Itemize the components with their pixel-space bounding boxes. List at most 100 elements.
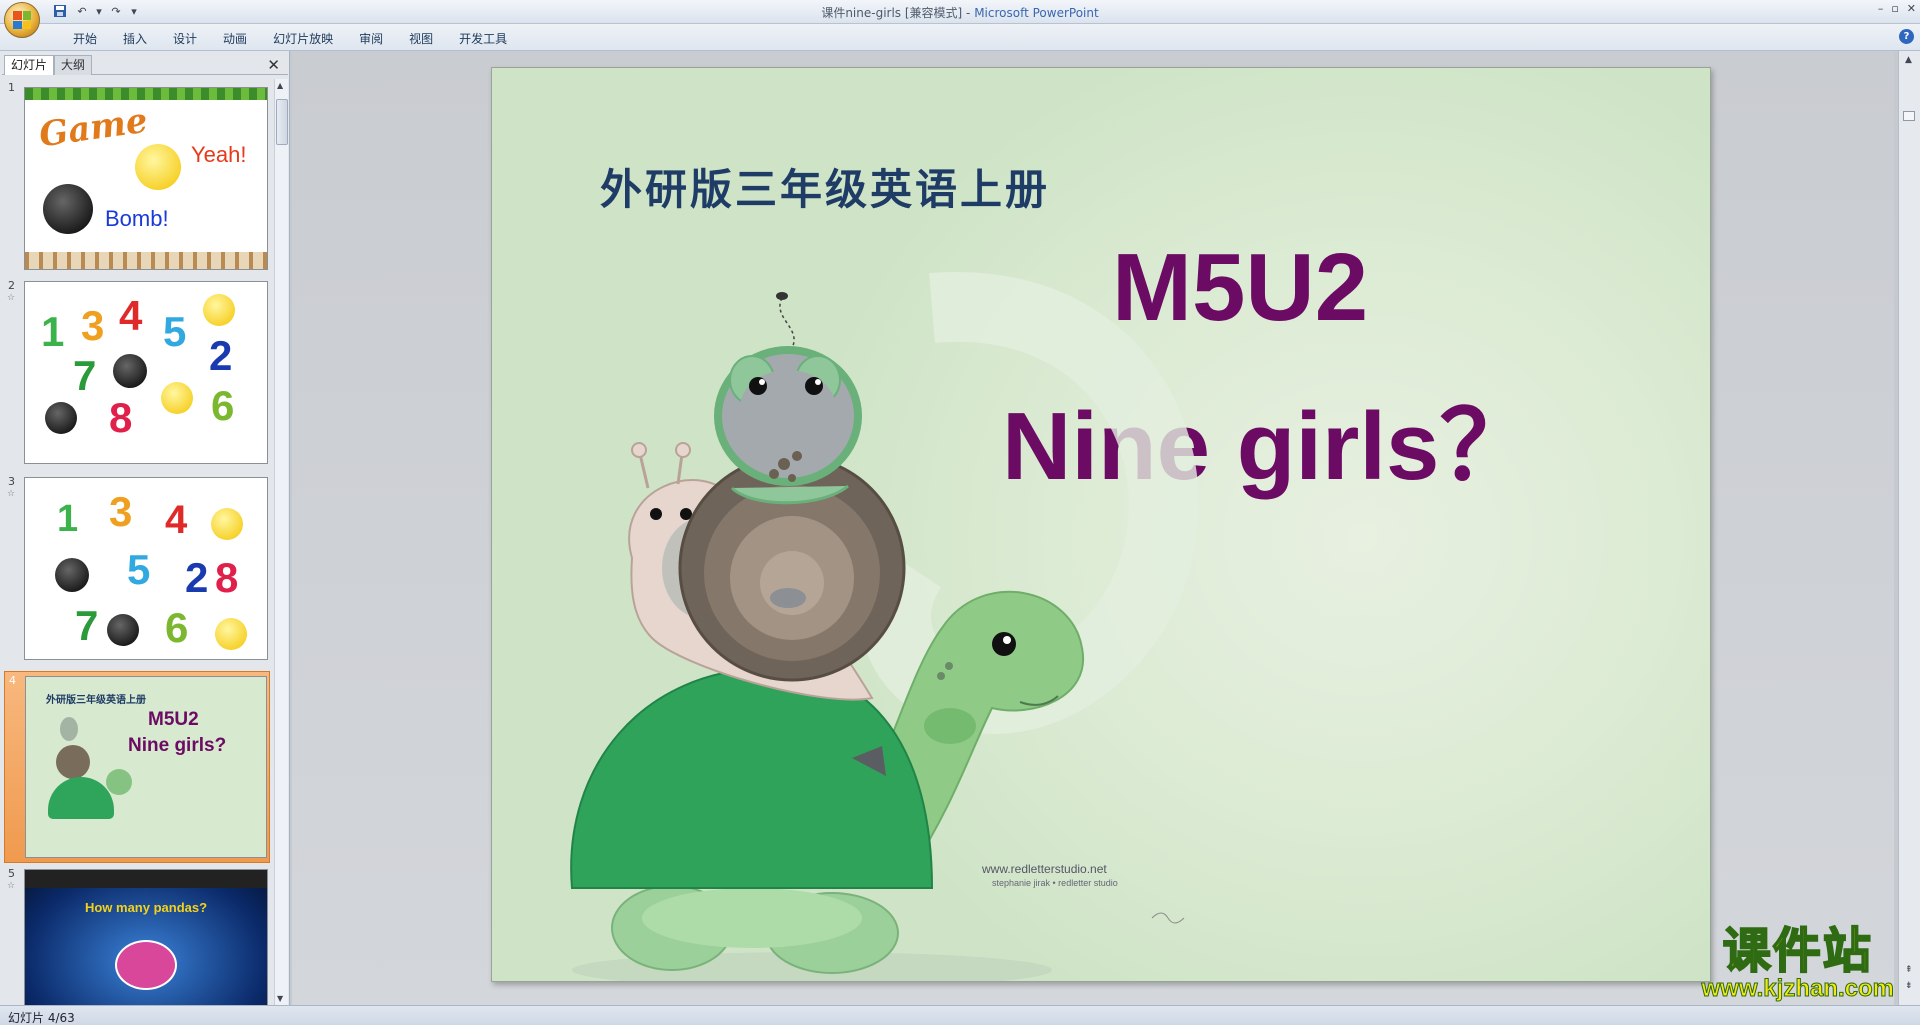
turtle-snail-frog-illustration[interactable] xyxy=(552,228,1252,982)
panda-icon xyxy=(115,940,177,990)
title-bar: ↶ ▾ ↷ ▾ 课件nine-girls [兼容模式] - Microsoft … xyxy=(0,0,1920,24)
animation-star-icon: ☆ xyxy=(7,489,16,499)
close-icon[interactable]: ✕ xyxy=(1907,2,1916,15)
leaf-border xyxy=(25,88,267,100)
tab-animations[interactable]: 动画 xyxy=(210,30,260,48)
fence xyxy=(25,252,267,269)
stage-top xyxy=(25,870,267,888)
scroll-thumb[interactable] xyxy=(276,99,288,145)
tab-view[interactable]: 视图 xyxy=(396,30,446,48)
thumbnail-slide-3[interactable]: 3 ☆ 1 3 4 5 2 8 7 6 xyxy=(0,473,272,669)
smiley-icon xyxy=(161,382,193,414)
digit: 3 xyxy=(81,302,105,349)
digit: 7 xyxy=(73,352,97,399)
slide-thumbnail[interactable]: 1 3 4 5 2 7 8 6 xyxy=(24,281,268,464)
help-icon[interactable]: ? xyxy=(1899,29,1914,44)
thumbnail-list: 1 Game Yeah! Bomb! 2 ☆ 1 3 4 5 2 7 8 6 3… xyxy=(0,79,272,1005)
tab-slides[interactable]: 幻灯片 xyxy=(4,55,55,75)
thumb-text-yeah: Yeah! xyxy=(191,142,247,167)
digit: 5 xyxy=(163,308,187,355)
document-title: 课件nine-girls [兼容模式] - xyxy=(821,6,975,20)
tab-slideshow[interactable]: 幻灯片放映 xyxy=(260,30,346,48)
thumbnail-slide-1[interactable]: 1 Game Yeah! Bomb! xyxy=(0,79,272,275)
status-bar: 幻灯片 4/63 xyxy=(0,1005,1920,1025)
digit: 1 xyxy=(41,308,65,355)
slide-thumbnail[interactable]: Game Yeah! Bomb! xyxy=(24,87,268,270)
thumbnail-slide-2[interactable]: 2 ☆ 1 3 4 5 2 7 8 6 xyxy=(0,277,272,473)
close-pane-icon[interactable]: ✕ xyxy=(267,56,280,74)
scroll-down-icon[interactable]: ▼ xyxy=(277,994,283,1003)
slide-counter: 幻灯片 4/63 xyxy=(8,1011,75,1025)
tab-outline[interactable]: 大纲 xyxy=(54,55,93,75)
slide-number: 1 xyxy=(8,81,15,94)
office-logo-icon xyxy=(13,11,31,29)
thumb-text-game: Game xyxy=(36,100,150,156)
window-title: 课件nine-girls [兼容模式] - Microsoft PowerPoi… xyxy=(0,4,1920,21)
thumbnail-slide-4[interactable]: 4 外研版三年级英语上册 M5U2 Nine girls? xyxy=(4,671,270,863)
minimize-icon[interactable]: – xyxy=(1878,2,1884,15)
turtle-icon xyxy=(48,777,114,819)
slide-number: 3 xyxy=(8,475,15,488)
pane-tabs: 幻灯片 大纲 ✕ xyxy=(2,53,288,75)
frog-icon xyxy=(60,717,78,741)
slides-pane: 幻灯片 大纲 ✕ 1 Game Yeah! Bomb! 2 ☆ 1 3 4 5 … xyxy=(0,51,290,1005)
slide-number: 2 xyxy=(8,279,15,292)
thumb-text-bomb: Bomb! xyxy=(105,206,169,231)
tab-review[interactable]: 审阅 xyxy=(346,30,396,48)
split-box-icon[interactable] xyxy=(1903,111,1915,121)
smiley-icon xyxy=(211,508,243,540)
watermark-url: www.kjzhan.com xyxy=(1701,975,1894,1003)
pane-scrollbar[interactable]: ▲ ▼ xyxy=(274,79,288,1005)
animation-star-icon: ☆ xyxy=(7,293,16,303)
scroll-up-icon[interactable]: ▲ xyxy=(1905,55,1912,65)
slide-number: 5 xyxy=(8,867,15,880)
current-slide[interactable]: 外研版三年级英语上册 M5U2 Nine girls？ www.redlette… xyxy=(491,67,1711,982)
slide-thumbnail[interactable]: 外研版三年级英语上册 M5U2 Nine girls? xyxy=(25,676,267,858)
digit: 3 xyxy=(109,488,133,535)
thumb-title: M5U2 xyxy=(148,709,199,730)
tab-design[interactable]: 设计 xyxy=(160,30,210,48)
watermark-title: 课件站 xyxy=(1722,922,1873,980)
image-credit: www.redletterstudio.net xyxy=(982,862,1107,876)
digit: 5 xyxy=(127,546,151,593)
bomb-icon xyxy=(55,558,89,592)
digit: 7 xyxy=(75,602,99,649)
digit: 1 xyxy=(57,498,79,540)
slide-subtitle[interactable]: 外研版三年级英语上册 xyxy=(600,156,1050,217)
slide-number: 4 xyxy=(9,674,16,687)
slide-thumbnail[interactable]: How many pandas? xyxy=(24,869,268,1005)
digit: 2 xyxy=(209,332,233,379)
snail-icon xyxy=(56,745,90,779)
digit: 8 xyxy=(215,554,239,601)
thumb-title: Nine girls? xyxy=(128,735,227,756)
bomb-icon xyxy=(113,354,147,388)
slide-thumbnail[interactable]: 1 3 4 5 2 8 7 6 xyxy=(24,477,268,660)
digit: 8 xyxy=(109,394,133,441)
turtle-head-icon xyxy=(106,769,132,795)
next-slide-icon[interactable]: ⇟ xyxy=(1905,981,1913,991)
digit: 6 xyxy=(211,382,235,429)
digit: 6 xyxy=(165,604,189,651)
thumbnail-slide-5[interactable]: 5 ☆ How many pandas? xyxy=(0,865,272,1005)
smiley-icon xyxy=(215,618,247,650)
watermark-logo: 课件站 www.kjzhan.com xyxy=(1701,911,1894,1003)
thumb-subtitle: 外研版三年级英语上册 xyxy=(46,695,146,706)
bomb-icon xyxy=(107,614,139,646)
smiley-icon xyxy=(203,294,235,326)
bomb-icon xyxy=(43,184,93,234)
previous-slide-icon[interactable]: ⇞ xyxy=(1905,965,1913,975)
digit: 4 xyxy=(119,292,143,339)
scroll-up-icon[interactable]: ▲ xyxy=(277,81,283,90)
ribbon: 开始 插入 设计 动画 幻灯片放映 审阅 视图 开发工具 ? xyxy=(0,24,1920,51)
animation-star-icon: ☆ xyxy=(7,881,16,891)
bomb-icon xyxy=(45,402,77,434)
maximize-icon[interactable]: ▫ xyxy=(1891,2,1898,15)
tab-insert[interactable]: 插入 xyxy=(110,30,160,48)
editor-scrollbar[interactable]: ▲ ⇞ ⇟ xyxy=(1898,51,1920,1005)
tab-home[interactable]: 开始 xyxy=(60,30,110,48)
office-button[interactable] xyxy=(4,2,40,38)
digit: 4 xyxy=(165,498,188,542)
smiley-icon xyxy=(135,144,181,190)
image-credit-author: stephanie jirak • redletter studio xyxy=(992,878,1118,888)
tab-developer[interactable]: 开发工具 xyxy=(446,30,520,48)
